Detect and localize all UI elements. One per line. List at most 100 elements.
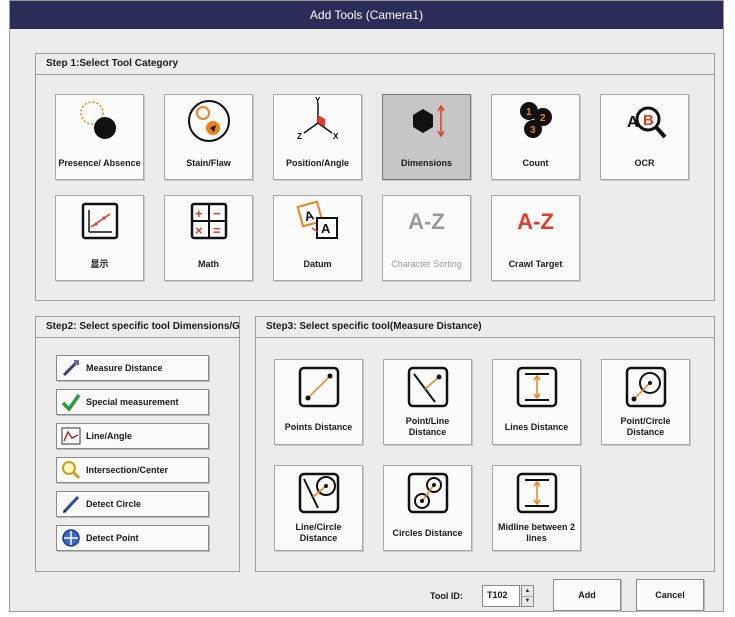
step2-header: Step2: Select specific tool Dimensions/G… [36,317,239,338]
position-angle-icon: Y Z X [274,95,361,147]
category-label: Math [198,258,219,269]
pen-icon [60,493,82,515]
line-circle-distance-icon [275,466,362,516]
svg-text:+: + [195,206,203,221]
magnifier-icon [60,459,82,481]
category-position-angle[interactable]: Y Z X Position/Angle [273,94,362,180]
svg-text:X: X [333,132,339,141]
tool-label: Circles Distance [392,527,463,538]
measure-line-circle-distance[interactable]: Line/Circle Distance [274,465,363,551]
tool-id-spinner[interactable]: ▲ ▼ [521,585,534,607]
add-button[interactable]: Add [553,579,621,611]
presence-absence-icon [56,95,143,147]
category-label: Crawl Target [508,258,563,269]
category-label: Character Sorting [391,258,462,269]
measure-points-distance[interactable]: Points Distance [274,359,363,445]
tool-label: Detect Circle [86,499,142,509]
tool-label: Intersection/Center [86,465,169,475]
caliper-icon [60,357,82,379]
lines-distance-icon [493,360,580,410]
dialog-title: Add Tools (Camera1) [309,8,424,22]
step3-panel: Step3: Select specific tool(Measure Dist… [255,316,715,572]
category-character-sorting: A-Z Character Sorting [382,195,471,281]
stain-flaw-icon [165,95,252,147]
circles-distance-icon [384,466,471,516]
svg-text:=: = [213,223,221,238]
measure-midline-between-lines[interactable]: Midline between 2 lines [492,465,581,551]
spinner-up-icon[interactable]: ▲ [522,586,533,597]
ocr-icon: AB [601,95,688,147]
category-label: Position/Angle [286,157,349,168]
svg-text:2: 2 [540,113,546,124]
tool-label: Special measurement [86,397,179,407]
dimensions-icon [383,95,470,147]
tool-label: Lines Distance [504,421,569,432]
measure-point-circle-distance[interactable]: Point/Circle Distance [601,359,690,445]
tool-label: Line/Angle [86,431,133,441]
step2-panel: Step2: Select specific tool Dimensions/G… [35,316,240,572]
category-label: 显示 [90,258,109,269]
svg-text:A: A [321,221,331,236]
category-dimensions[interactable]: Dimensions [382,94,471,180]
tool-label: Point/Circle Distance [620,416,671,437]
tool-detect-point-button[interactable]: Detect Point [56,525,209,551]
measure-circles-distance[interactable]: Circles Distance [383,465,472,551]
crosshair-icon [60,527,82,549]
category-ocr[interactable]: AB OCR [600,94,689,180]
character-sorting-icon: A-Z [408,209,445,234]
tool-intersection-center-button[interactable]: Intersection/Center [56,457,209,483]
category-datum[interactable]: AA Datum [273,195,362,281]
point-circle-distance-icon [602,360,689,410]
measure-lines-distance[interactable]: Lines Distance [492,359,581,445]
category-presence-absence[interactable]: Presence/ Absence [55,94,144,180]
tool-label: Line/Circle Distance [295,522,342,543]
category-stain-flaw[interactable]: Stain/Flaw [164,94,253,180]
svg-text:B: B [643,112,654,129]
svg-text:−: − [213,206,221,221]
checkmark-icon [60,391,82,413]
tool-label: Point/Line Distance [405,416,450,437]
tool-detect-circle-button[interactable]: Detect Circle [56,491,209,517]
tool-measure-distance-button[interactable]: Measure Distance [56,355,209,381]
crawl-target-icon: A-Z [517,209,554,234]
svg-text:Y: Y [315,97,321,105]
category-label: Presence/ Absence [58,157,141,168]
tool-label: Measure Distance [86,363,163,373]
datum-icon: AA [274,196,361,248]
category-label: Datum [303,258,332,269]
tool-special-measurement-button[interactable]: Special measurement [56,389,209,415]
tool-label: Midline between 2 lines [497,522,575,543]
tool-label: Detect Point [86,533,139,543]
count-icon: 123 [492,95,579,147]
category-math[interactable]: + − × = Math [164,195,253,281]
point-line-distance-icon [384,360,471,410]
category-crawl-target[interactable]: A-Z Crawl Target [491,195,580,281]
svg-text:3: 3 [530,125,536,136]
tool-line-angle-button[interactable]: Line/Angle [56,423,209,449]
category-label: Dimensions [400,157,452,168]
tool-id-label: Tool ID: [430,591,463,601]
spinner-down-icon[interactable]: ▼ [522,597,533,607]
category-label: Stain/Flaw [186,157,231,168]
dialog-title-bar: Add Tools (Camera1) [10,1,723,29]
svg-text:Z: Z [297,132,302,141]
svg-text:1: 1 [526,107,532,118]
display-icon [56,196,143,248]
category-count[interactable]: 123 Count [491,94,580,180]
svg-text:×: × [195,223,203,238]
line-angle-icon [60,425,82,447]
tool-label: Points Distance [284,421,353,432]
points-distance-icon [275,360,362,410]
tool-id-field[interactable]: T102 [482,585,520,607]
category-label: Count [522,157,549,168]
math-icon: + − × = [165,196,252,248]
step1-header: Step 1:Select Tool Category [36,54,714,75]
midline-icon [493,466,580,516]
step3-header: Step3: Select specific tool(Measure Dist… [256,317,714,338]
category-display[interactable]: 显示 [55,195,144,281]
measure-point-line-distance[interactable]: Point/Line Distance [383,359,472,445]
step1-panel: Step 1:Select Tool Category Presence/ Ab… [35,53,715,301]
cancel-button[interactable]: Cancel [636,579,704,611]
add-tools-dialog: Add Tools (Camera1) Step 1:Select Tool C… [9,0,724,612]
category-label: OCR [634,157,655,168]
